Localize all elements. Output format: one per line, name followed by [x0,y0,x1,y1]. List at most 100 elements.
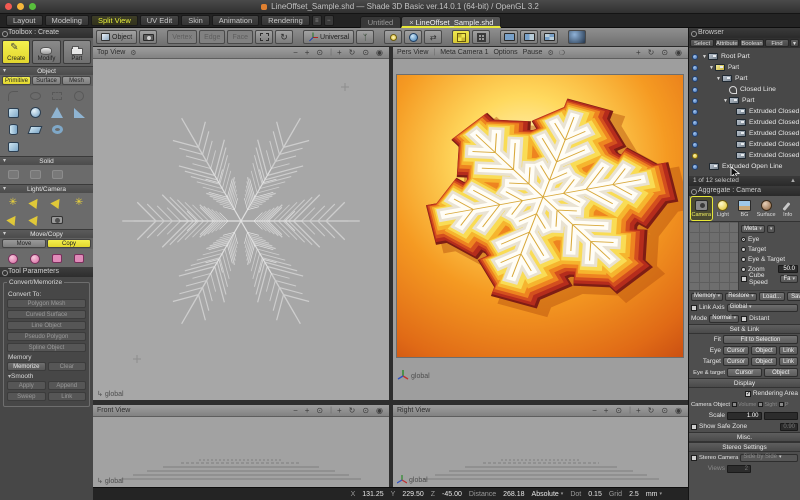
filter-funnel-icon[interactable]: ▼ [790,39,799,47]
move-copy-section-header[interactable]: Move/Copy [0,229,93,238]
mesh-tab[interactable]: Mesh [62,76,91,85]
target-link-button[interactable]: Link [779,357,798,366]
restore-dropdown[interactable]: Restore [725,293,757,301]
rect-tool-button[interactable] [46,87,68,104]
memory-dropdown[interactable]: Memory [691,293,723,301]
memorize-button[interactable]: Memorize [7,362,46,371]
zoom-lens-icon[interactable]: ⊙ [615,406,624,415]
zoom-out-icon[interactable]: − [293,406,300,415]
zoom-radio[interactable] [741,267,746,272]
convert-spline-object-button[interactable]: Spline Object [7,343,86,352]
eye-target-radio[interactable] [741,257,746,262]
curve-tool-button[interactable] [2,87,24,104]
workspace-tab-modeling[interactable]: Modeling [45,15,89,26]
zoom-in-icon[interactable]: + [305,48,312,57]
fit-view-icon[interactable]: ◉ [675,406,684,415]
eye-target-cursor-button[interactable]: Cursor [727,368,762,377]
link-axis-dropdown[interactable]: Global [727,304,798,312]
smooth-append-button[interactable]: Append [48,381,87,390]
camera-object-opt1[interactable]: Volume [732,402,756,408]
right-view-title[interactable]: Right View [397,407,430,414]
document-tab-active[interactable]: ×LineOffset_Sample.shd [401,16,501,28]
sphere-tool-button[interactable] [24,104,46,121]
solid-section-header[interactable]: Solid [0,156,93,165]
tree-row-extruded-1[interactable]: Extruded Closed [689,106,800,117]
zoom-in-icon[interactable]: + [604,406,611,415]
eye-target-object-button[interactable]: Object [764,368,799,377]
browser-tab-find[interactable]: Find [765,39,789,47]
primitive-tab[interactable]: Primitive [2,76,31,85]
browser-tab-attributes[interactable]: Attributes [715,39,739,47]
spot-light-button[interactable] [24,194,46,211]
workspace-menu-icon[interactable]: ≡ [312,15,322,26]
mirror-mode-button[interactable]: ⇄ [424,30,442,44]
convert-polygon-mesh-button[interactable]: Polygon Mesh [7,299,86,308]
solid-subtract-button[interactable] [24,166,46,183]
magnify-icon[interactable]: ⊙ [661,406,670,415]
rotate-view-button[interactable]: ↻ [275,30,293,44]
workspace-collapse-icon[interactable]: − [324,15,334,26]
browser-tab-select[interactable]: Select [690,39,714,47]
save-button[interactable]: Save... [787,292,800,301]
tree-row-closed-line[interactable]: Closed Line [689,84,800,95]
fit-to-selection-button[interactable]: Fit to Selection [723,335,798,344]
aggregate-tab-light[interactable]: Light [713,197,734,220]
circle-tool-button[interactable] [68,87,90,104]
mode-dropdown[interactable]: Normal [709,315,739,323]
part-mode-button[interactable]: Part [63,40,91,64]
rotate-button[interactable] [24,250,46,267]
shading-mode-button[interactable] [568,30,586,44]
tree-row-part-3[interactable]: ▼ Part [689,95,800,106]
magnify-icon[interactable]: ⊙ [362,406,371,415]
target-cursor-button[interactable]: Cursor [723,357,749,366]
ambient-light-button[interactable] [24,211,46,228]
zoom-out-icon[interactable]: − [293,48,300,57]
eye-link-button[interactable]: Link [779,346,798,355]
coordinate-mode-dropdown[interactable]: Absolute [532,491,564,498]
zoom-lens-icon[interactable]: ⊙ [316,48,325,57]
front-view-title[interactable]: Front View [97,407,130,414]
camera-mode-button[interactable] [139,30,157,44]
wedge-tool-button[interactable] [68,104,90,121]
visibility-dot[interactable] [692,120,698,126]
torus-tool-button[interactable] [46,121,68,138]
world-view-button[interactable] [404,30,422,44]
box-tool-button[interactable] [2,104,24,121]
distant-checkbox[interactable] [741,316,747,322]
close-tab-icon[interactable]: × [409,18,413,27]
unit-dropdown[interactable]: mm [646,491,662,498]
workspace-tab-layout[interactable]: Layout [6,15,43,26]
collapse-arrow-icon[interactable]: ▲ [790,176,796,186]
orbit-icon[interactable]: ↻ [648,48,657,57]
workspace-tab-uv-edit[interactable]: UV Edit [140,15,179,26]
convert-curved-surface-button[interactable]: Curved Surface [7,310,86,319]
pers-comment-icon[interactable]: ❍ [559,49,565,57]
orbit-icon[interactable]: ↻ [648,406,657,415]
visibility-dot[interactable] [692,131,698,137]
meta-dropdown[interactable]: Meta [741,225,765,233]
tree-row-extruded-2[interactable]: Extruded Closed [689,117,800,128]
object-mode-button[interactable]: Object [96,30,137,44]
single-view-layout-button[interactable] [500,30,518,44]
surface-tab[interactable]: Surface [32,76,61,85]
camera-trackpad[interactable] [689,222,739,290]
four-view-button[interactable] [452,30,470,44]
universal-manipulator-button[interactable]: Universal [303,30,354,44]
cylinder-tool-button[interactable] [2,121,24,138]
tree-row-part-1[interactable]: ▼ Part [689,62,800,73]
zoom-out-icon[interactable]: − [592,406,599,415]
pan-icon[interactable]: + [337,406,344,415]
aggregate-tab-bg[interactable]: BG [734,197,755,220]
object-section-header[interactable]: Object [0,66,93,75]
magnify-icon[interactable]: ⊙ [661,48,670,57]
tree-row-extruded-open-line[interactable]: Extruded Open Line [689,161,800,172]
pose-tool-button[interactable]: ᛉ [356,30,374,44]
smooth-link-button[interactable]: Link [48,392,87,401]
convert-pseudo-polygon-button[interactable]: Pseudo Polygon [7,332,86,341]
aggregate-tab-surface[interactable]: Surface [756,197,777,220]
tree-row-extruded-3[interactable]: Extruded Closed [689,128,800,139]
aggregate-tab-camera[interactable]: Camera [691,197,712,220]
cube-speed-checkbox[interactable] [741,276,747,282]
target-object-button[interactable]: Object [751,357,777,366]
copy-button[interactable]: Copy [47,239,91,248]
